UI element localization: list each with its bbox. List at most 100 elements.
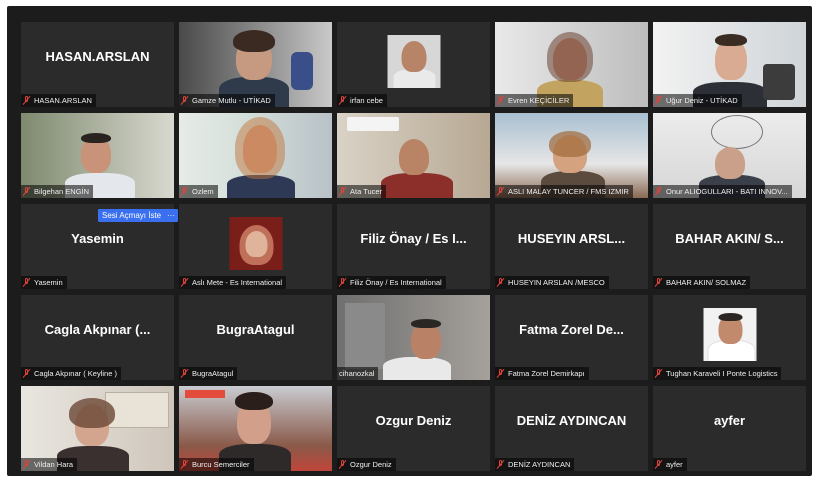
profile-picture — [387, 35, 440, 88]
nameplate: irfan cebe — [337, 94, 387, 107]
nameplate: Onur ALIOGULLARI - BATI INNOV... — [653, 185, 792, 198]
mic-muted-icon — [339, 187, 347, 196]
nameplate: Fatma Zorel Demirkapı — [495, 367, 589, 380]
participant-name: Uğur Deniz - UTİKAD — [666, 96, 738, 105]
mic-muted-icon — [23, 96, 31, 105]
nameplate: Ata Tucer — [337, 185, 387, 198]
participant-tile[interactable]: HUSEYIN ARSL... HUSEYIN ARSLAN /MESCO — [495, 204, 648, 289]
mic-muted-icon — [181, 187, 189, 196]
nameplate: Yasemin — [21, 276, 67, 289]
participant-display-name: HASAN.ARSLAN — [45, 49, 150, 64]
more-options-button[interactable]: ··· — [164, 209, 178, 222]
participant-tile[interactable]: Burcu Semerciler — [179, 386, 332, 471]
mic-muted-icon — [655, 187, 663, 196]
participant-name: irfan cebe — [350, 96, 383, 105]
participant-name: Burcu Semerciler — [192, 460, 250, 469]
participant-grid: HASAN.ARSLAN HASAN.ARSLAN Gamze Mutlu - … — [21, 22, 806, 471]
participant-tile[interactable]: HASAN.ARSLAN HASAN.ARSLAN — [21, 22, 174, 107]
nameplate: Cagla Akpınar ( Keyline ) — [21, 367, 121, 380]
participant-display-name: Ozgur Deniz — [375, 413, 452, 428]
participant-name: Onur ALIOGULLARI - BATI INNOV... — [666, 187, 788, 196]
participant-tile[interactable]: irfan cebe — [337, 22, 490, 107]
nameplate: Bilgehan ENGİN — [21, 185, 94, 198]
participant-name: Bilgehan ENGİN — [34, 187, 90, 196]
mic-muted-icon — [655, 369, 663, 378]
mic-muted-icon — [23, 278, 31, 287]
mic-muted-icon — [23, 460, 31, 469]
nameplate: HASAN.ARSLAN — [21, 94, 96, 107]
nameplate: BugraAtagul — [179, 367, 238, 380]
participant-name: cihanozkal — [339, 369, 375, 378]
participant-display-name: Cagla Akpınar (... — [44, 322, 151, 337]
participant-tile[interactable]: Tughan Karaveli I Ponte Logistics — [653, 295, 806, 380]
participant-tile[interactable]: ASLI MALAY TUNCER / FMS IZMIR — [495, 113, 648, 198]
participant-tile[interactable]: Ozlem — [179, 113, 332, 198]
request-unmute-button[interactable]: Sesi Açmayı İste — [98, 209, 166, 222]
mic-muted-icon — [339, 460, 347, 469]
participant-name: ASLI MALAY TUNCER / FMS IZMIR — [508, 187, 629, 196]
participant-tile[interactable]: Cagla Akpınar (... Cagla Akpınar ( Keyli… — [21, 295, 174, 380]
nameplate: Ozgur Deniz — [337, 458, 396, 471]
participant-tile[interactable]: Aslı Mete - Es International — [179, 204, 332, 289]
nameplate: DENİZ AYDINCAN — [495, 458, 575, 471]
participant-tile[interactable]: Fatma Zorel De... Fatma Zorel Demirkapı — [495, 295, 648, 380]
participant-tile[interactable]: Filiz Önay / Es I... Filiz Önay / Es Int… — [337, 204, 490, 289]
nameplate: cihanozkal — [337, 367, 379, 380]
participant-tile[interactable]: Vildan Hara — [21, 386, 174, 471]
nameplate: Aslı Mete - Es International — [179, 276, 287, 289]
participant-tile[interactable]: Uğur Deniz - UTİKAD — [653, 22, 806, 107]
nameplate: ayfer — [653, 458, 687, 471]
mic-muted-icon — [497, 369, 505, 378]
mic-muted-icon — [339, 96, 347, 105]
participant-name: Filiz Önay / Es International — [350, 278, 442, 287]
participant-tile[interactable]: Ozgur Deniz Ozgur Deniz — [337, 386, 490, 471]
mic-muted-icon — [181, 278, 189, 287]
mic-muted-icon — [339, 278, 347, 287]
nameplate: Ozlem — [179, 185, 218, 198]
participant-name: Fatma Zorel Demirkapı — [508, 369, 585, 378]
participant-name: Ozlem — [192, 187, 214, 196]
nameplate: Filiz Önay / Es International — [337, 276, 446, 289]
participant-tile[interactable]: BAHAR AKIN/ S... BAHAR AKIN/ SOLMAZ — [653, 204, 806, 289]
nameplate: Evren KEÇİCİLER — [495, 94, 574, 107]
nameplate: HUSEYIN ARSLAN /MESCO — [495, 276, 609, 289]
participant-name: Yasemin — [34, 278, 63, 287]
participant-name: Tughan Karaveli I Ponte Logistics — [666, 369, 778, 378]
mic-muted-icon — [497, 460, 505, 469]
participant-display-name: Fatma Zorel De... — [519, 322, 624, 337]
participant-name: HASAN.ARSLAN — [34, 96, 92, 105]
participant-tile[interactable]: Bilgehan ENGİN — [21, 113, 174, 198]
participant-display-name: BugraAtagul — [216, 322, 295, 337]
participant-display-name: BAHAR AKIN/ S... — [675, 231, 784, 246]
mic-muted-icon — [181, 96, 189, 105]
participant-name: Gamze Mutlu - UTİKAD — [192, 96, 271, 105]
participant-name: HUSEYIN ARSLAN /MESCO — [508, 278, 605, 287]
profile-picture — [703, 308, 756, 361]
participant-tile[interactable]: DENİZ AYDINCAN DENİZ AYDINCAN — [495, 386, 648, 471]
nameplate: Uğur Deniz - UTİKAD — [653, 94, 742, 107]
participant-name: Vildan Hara — [34, 460, 74, 469]
nameplate: Vildan Hara — [21, 458, 78, 471]
participant-tile[interactable]: BugraAtagul BugraAtagul — [179, 295, 332, 380]
mic-muted-icon — [181, 369, 189, 378]
participant-display-name: DENİZ AYDINCAN — [516, 413, 627, 428]
participant-name: Evren KEÇİCİLER — [508, 96, 570, 105]
participant-tile[interactable]: Onur ALIOGULLARI - BATI INNOV... — [653, 113, 806, 198]
participant-name: Aslı Mete - Es International — [192, 278, 283, 287]
nameplate: ASLI MALAY TUNCER / FMS IZMIR — [495, 185, 633, 198]
participant-tile[interactable]: ayfer ayfer — [653, 386, 806, 471]
participant-display-name: HUSEYIN ARSL... — [517, 231, 626, 246]
mic-muted-icon — [655, 460, 663, 469]
participant-name: ayfer — [666, 460, 683, 469]
participant-tile-active-speaker[interactable]: cihanozkal — [337, 295, 490, 380]
mic-muted-icon — [181, 460, 189, 469]
mic-muted-icon — [655, 278, 663, 287]
profile-picture — [229, 217, 282, 270]
participant-tile[interactable]: Evren KEÇİCİLER — [495, 22, 648, 107]
participant-name: BAHAR AKIN/ SOLMAZ — [666, 278, 747, 287]
participant-name: Cagla Akpınar ( Keyline ) — [34, 369, 117, 378]
participant-display-name: Filiz Önay / Es I... — [360, 231, 467, 246]
participant-name: BugraAtagul — [192, 369, 234, 378]
participant-tile[interactable]: Gamze Mutlu - UTİKAD — [179, 22, 332, 107]
participant-tile[interactable]: Ata Tucer — [337, 113, 490, 198]
